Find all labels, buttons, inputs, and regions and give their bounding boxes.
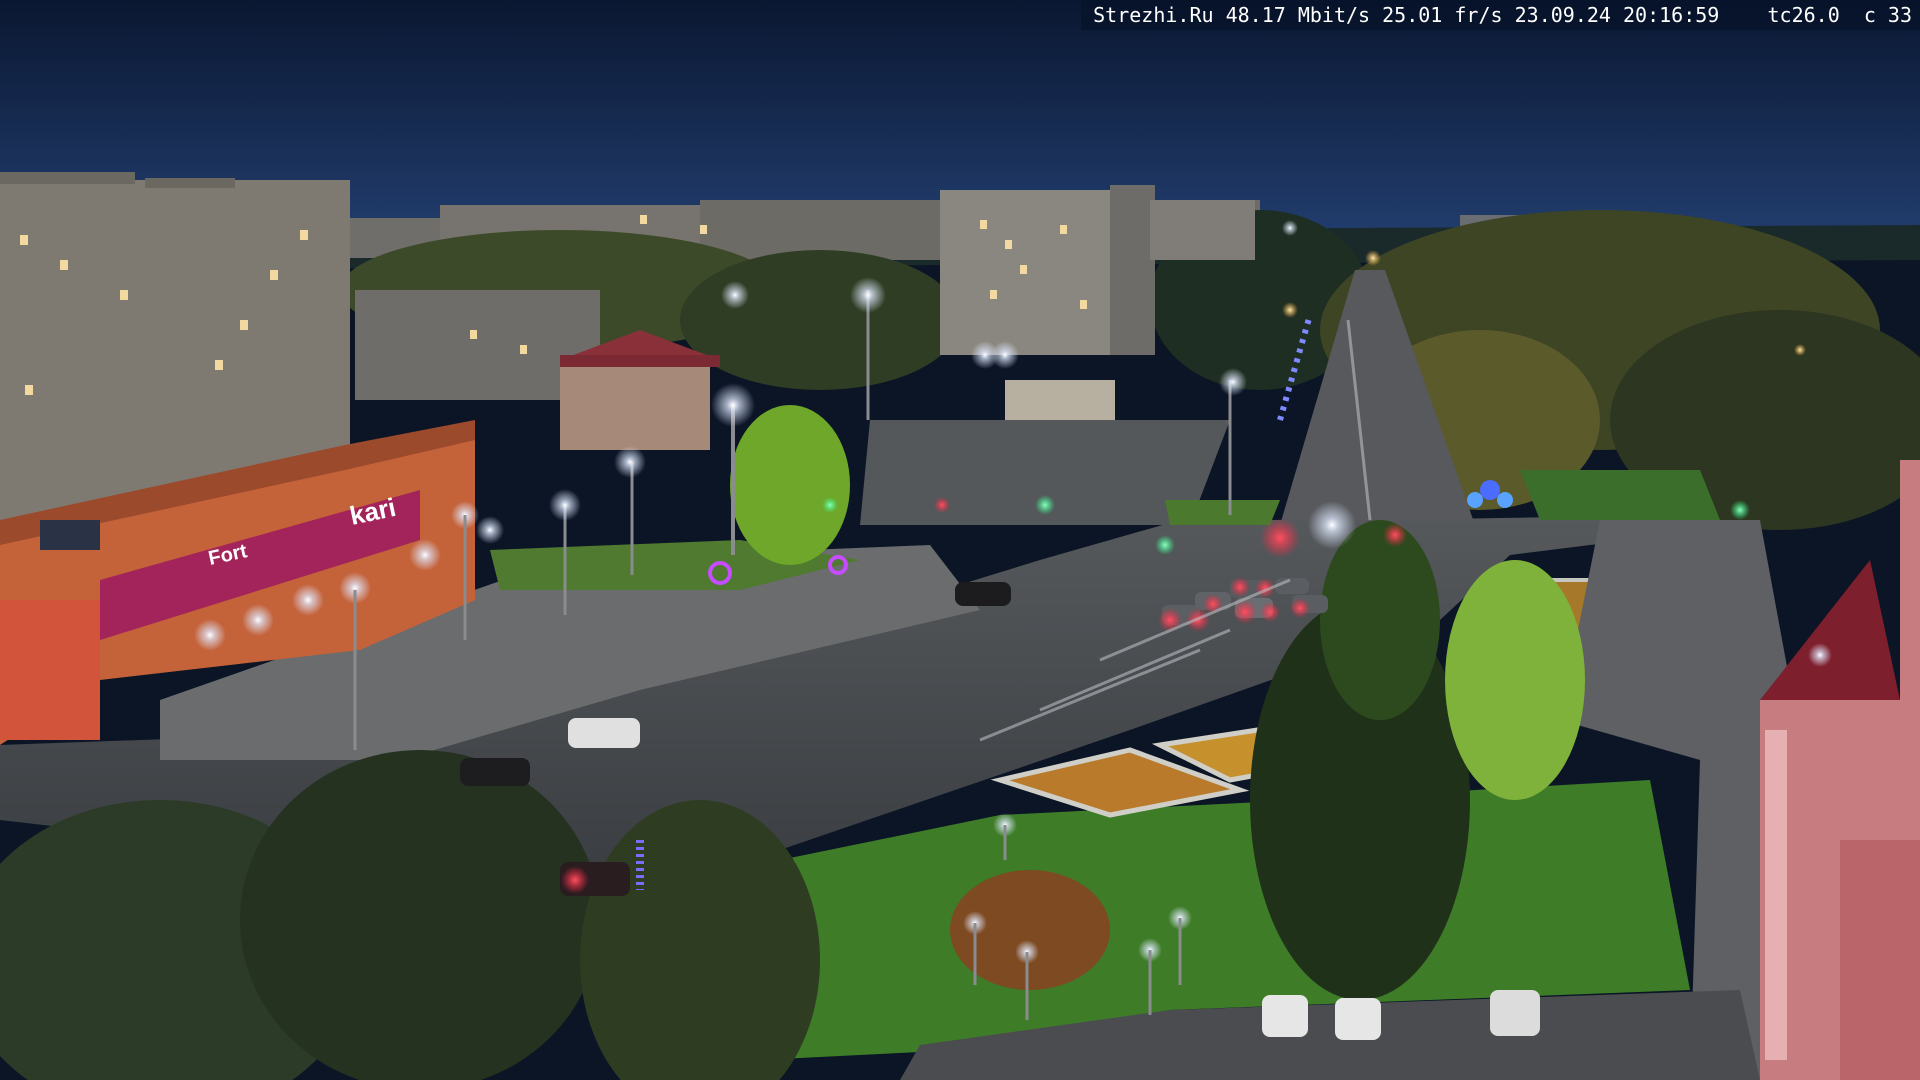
overlay-cam: c 33 [1863,3,1912,27]
webcam-frame: kari Fort Strezhi.Ru 48.17 Mbit/s 25.01 … [0,0,1920,1080]
right-pink-building [1760,460,1920,1080]
overlay-time: 20:16:59 [1622,3,1720,27]
street-scene: kari Fort [0,0,1920,1080]
overlay-bitrate: 48.17 Mbit/s [1225,3,1371,27]
camera-overlay-bar: Strezhi.Ru 48.17 Mbit/s 25.01 fr/s 23.09… [1081,0,1920,30]
kiosk-building [1005,380,1115,420]
overlay-date: 23.09.24 [1514,3,1611,27]
headlight-glare [1308,501,1356,549]
overlay-temp: tc26.0 [1767,3,1840,27]
overlay-site: Strezhi.Ru [1093,3,1214,27]
lawn-center [1165,500,1280,525]
overlay-framerate: 25.01 fr/s [1382,3,1503,27]
lawn-right [1520,470,1720,520]
